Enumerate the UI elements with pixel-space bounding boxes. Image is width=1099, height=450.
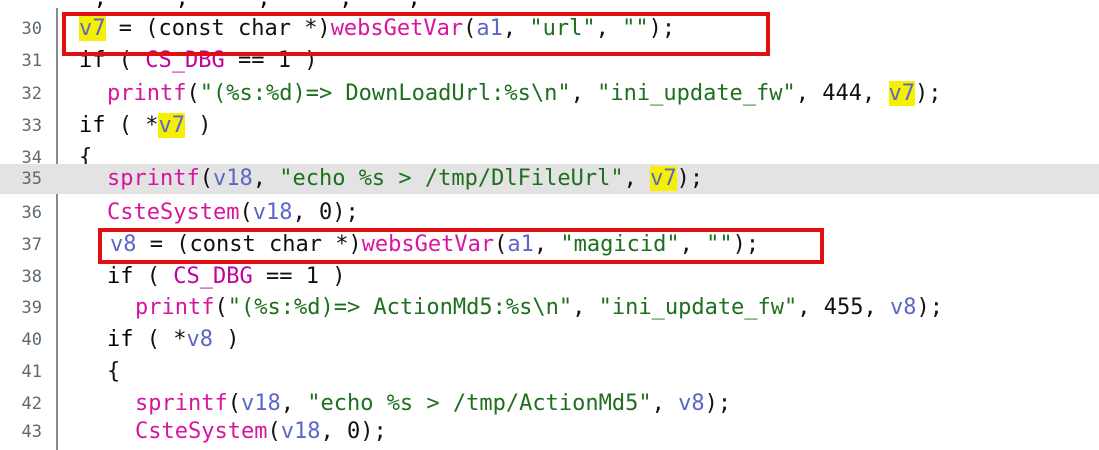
macro-constant: CS_DBG	[173, 264, 253, 289]
keyword-if: if	[107, 264, 134, 289]
variable-v18: v18	[240, 391, 281, 416]
code-text[interactable]: CsteSystem(v18, 0);	[107, 198, 359, 228]
code-text[interactable]: printf("(%s:%d)=> DownLoadUrl:%s\n", "in…	[107, 79, 942, 109]
code-line-32[interactable]: 32 printf("(%s:%d)=> DownLoadUrl:%s\n", …	[0, 79, 1099, 109]
variable-v8: v8	[186, 327, 213, 352]
code-line-35-current[interactable]: 35 sprintf(v18, "echo %s > /tmp/DlFileUr…	[0, 164, 1099, 194]
keyword-if: if	[79, 113, 106, 138]
code-text[interactable]: if ( *v7 )	[79, 111, 211, 141]
string-literal: "(%s:%d)=> DownLoadUrl:%s\n"	[199, 81, 571, 106]
variable-v7: v7	[888, 81, 916, 106]
annotation-box-url	[62, 12, 770, 56]
line-number: 40	[21, 330, 42, 350]
code-line-38[interactable]: 38 if ( CS_DBG == 1 )	[0, 262, 1099, 292]
variable-v18: v18	[252, 200, 293, 225]
truncated-previous-line: _,_____,_____,_____,____,__	[0, 0, 1099, 8]
code-line-36[interactable]: 36 CsteSystem(v18, 0);	[0, 198, 1099, 228]
line-number: 31	[21, 51, 42, 71]
function-call: sprintf	[135, 391, 228, 416]
code-line-43[interactable]: 43 CsteSystem(v18, 0);	[0, 417, 1099, 447]
variable-v7: v7	[650, 166, 677, 191]
annotation-box-magicid	[98, 228, 824, 264]
function-call: sprintf	[107, 166, 200, 191]
line-number: 33	[21, 116, 42, 136]
line-number: 43	[21, 422, 42, 442]
string-literal: "echo %s > /tmp/ActionMd5"	[307, 391, 652, 416]
code-line-41[interactable]: 41 {	[0, 357, 1099, 387]
line-number: 41	[21, 362, 42, 382]
code-text[interactable]: if ( *v8 )	[107, 325, 239, 355]
line-number: 35	[21, 169, 42, 189]
truncated-code-text: _,_____,_____,_____,____,__	[80, 0, 448, 8]
line-number: 39	[21, 298, 42, 318]
line-number: 37	[21, 235, 42, 255]
keyword-if: if	[107, 327, 134, 352]
string-literal: "ini_update_fw"	[598, 295, 798, 320]
code-text[interactable]: printf("(%s:%d)=> ActionMd5:%s\n", "ini_…	[135, 293, 943, 323]
variable-v8: v8	[890, 295, 917, 320]
code-text[interactable]: {	[107, 357, 120, 387]
code-editor[interactable]: _,_____,_____,_____,____,__ 30 v7 = (con…	[0, 0, 1099, 450]
number-literal: 0	[318, 200, 333, 225]
line-number: 36	[21, 203, 42, 223]
string-literal: "echo %s > /tmp/DlFileUrl"	[279, 166, 624, 191]
number-literal: 0	[346, 419, 361, 444]
code-line-33[interactable]: 33 if ( *v7 )	[0, 111, 1099, 141]
code-text[interactable]: sprintf(v18, "echo %s > /tmp/DlFileUrl",…	[107, 164, 703, 194]
code-text[interactable]: if ( CS_DBG == 1 )	[107, 262, 345, 292]
code-line-42[interactable]: 42 sprintf(v18, "echo %s > /tmp/ActionMd…	[0, 389, 1099, 419]
variable-v18: v18	[212, 166, 253, 191]
number-literal: 455	[823, 295, 864, 320]
function-call: CsteSystem	[135, 419, 268, 444]
variable-v18: v18	[280, 419, 321, 444]
code-text[interactable]: sprintf(v18, "echo %s > /tmp/ActionMd5",…	[135, 389, 731, 419]
code-line-39[interactable]: 39 printf("(%s:%d)=> ActionMd5:%s\n", "i…	[0, 293, 1099, 323]
line-number: 32	[21, 84, 42, 104]
line-number: 38	[21, 267, 42, 287]
code-text[interactable]: CsteSystem(v18, 0);	[135, 417, 387, 447]
variable-v8: v8	[678, 391, 705, 416]
number-literal: 444	[822, 81, 863, 106]
string-literal: "(%s:%d)=> ActionMd5:%s\n"	[227, 295, 573, 320]
string-literal: "ini_update_fw"	[597, 81, 796, 106]
variable-v7: v7	[158, 113, 185, 138]
number-literal: 1	[305, 264, 319, 289]
line-number: 42	[21, 394, 42, 414]
function-call: CsteSystem	[107, 200, 240, 225]
line-number: 30	[21, 19, 42, 39]
code-line-40[interactable]: 40 if ( *v8 )	[0, 325, 1099, 355]
function-call: printf	[107, 81, 187, 106]
function-call: printf	[135, 295, 215, 320]
